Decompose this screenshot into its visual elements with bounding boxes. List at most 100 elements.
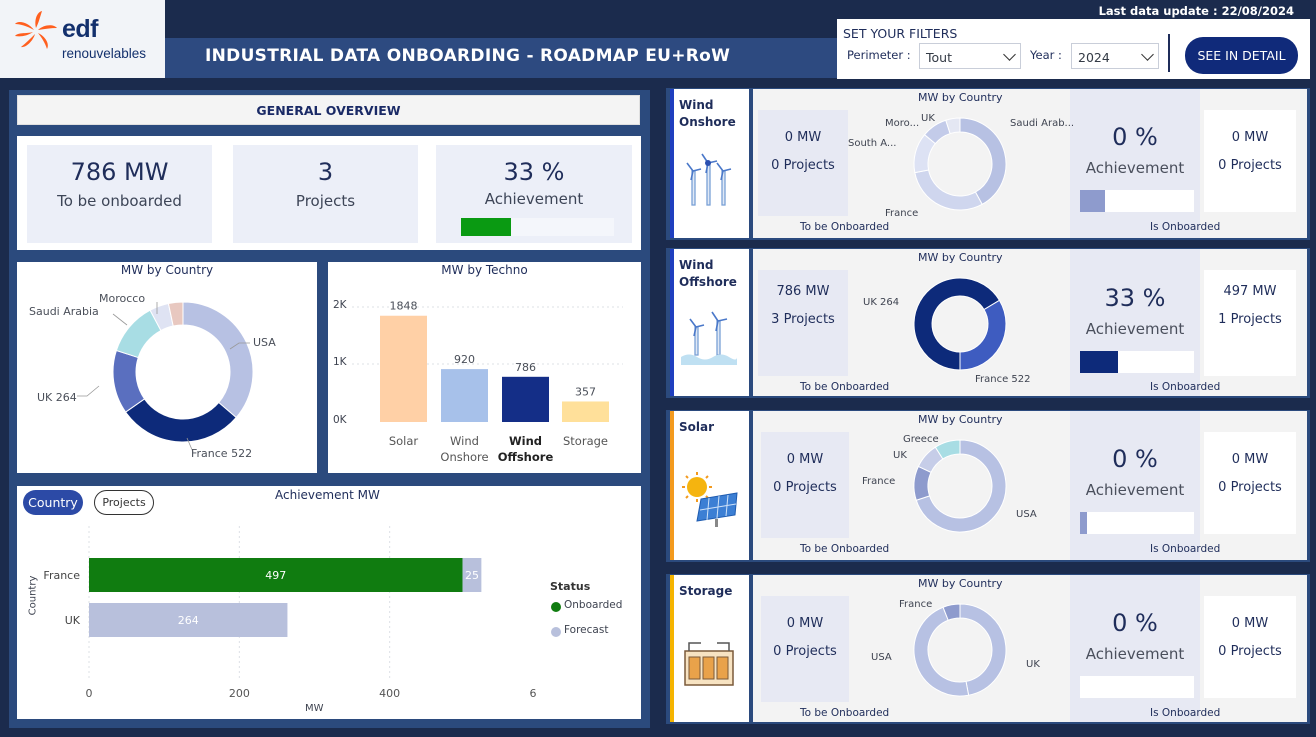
mw-by-techno-card: MW by Techno 1848 Solar 920 Wind Onshore 786 W…	[328, 262, 641, 473]
tech-label-box: Storage	[670, 575, 749, 722]
to-be-onboarded-box: 786 MW 3 Projects	[758, 270, 848, 376]
kpi-projects-label: Projects	[295, 192, 356, 210]
to-be-projects: 0 Projects	[773, 480, 837, 495]
tech-achievement-box: 0 % Achievement	[1070, 575, 1200, 722]
to-be-mw: 0 MW	[784, 130, 822, 145]
donut-label: France 522	[975, 374, 1031, 385]
label-france: France 522	[191, 447, 253, 460]
solar-panel-icon	[682, 472, 738, 527]
achievement-progress-fill	[461, 218, 512, 236]
is-onboarded-label: Is Onboarded	[1150, 381, 1221, 393]
kpi-mw-value: 786 MW	[70, 158, 169, 186]
wind-turbine-icon	[686, 153, 732, 206]
tech-achievement-box: 0 % Achievement	[1070, 411, 1200, 560]
is-mw: 0 MW	[1231, 130, 1269, 145]
tech-progress-fill	[1080, 512, 1087, 534]
year-dropdown[interactable]: 2024	[1071, 43, 1159, 69]
techno-bar-value: 786	[515, 361, 536, 374]
y-tick-0k: 0K	[333, 414, 347, 426]
techno-category-label: Solar	[389, 434, 419, 448]
to-be-mw: 786 MW	[776, 284, 830, 299]
to-be-mw: 0 MW	[786, 452, 824, 467]
y-tick-2k: 2K	[333, 299, 347, 311]
techno-bar-wind-onshore[interactable]	[441, 369, 488, 422]
is-projects: 0 Projects	[1218, 644, 1282, 659]
kpi-achievement-label: Achievement	[484, 190, 584, 208]
is-mw: 0 MW	[1231, 616, 1269, 631]
is-onboarded-box: 0 MW 0 Projects	[1204, 596, 1296, 698]
tech-1-slice-uk[interactable]	[959, 299, 1007, 371]
to-be-onboarded-label: To be Onboarded	[800, 381, 890, 393]
donut-label: UK	[1026, 659, 1040, 670]
achievement-progress-track	[461, 218, 614, 236]
to-be-onboarded-box: 0 MW 0 Projects	[761, 596, 849, 702]
to-be-projects: 0 Projects	[771, 158, 835, 173]
logo-brand: edf	[62, 15, 99, 43]
to-be-onboarded-box: 0 MW 0 Projects	[758, 110, 848, 216]
country-slice-france[interactable]	[124, 398, 237, 443]
to-be-projects: 0 Projects	[773, 644, 837, 659]
tech-name: Wind Offshore	[679, 258, 737, 289]
perimeter-label: Perimeter :	[847, 48, 911, 62]
tech-progress-track	[1080, 676, 1194, 698]
is-onboarded-box: 0 MW 0 Projects	[1204, 432, 1296, 534]
techno-bar-wind-offshore[interactable]	[502, 376, 549, 422]
tech-3-slice-uk[interactable]	[959, 603, 1007, 696]
tech-0-slice-saudi-arabia[interactable]	[959, 117, 1007, 205]
techno-category-label: Wind	[450, 434, 479, 448]
donut-label: Moro...	[885, 118, 920, 129]
page-title: INDUSTRIAL DATA ONBOARDING - ROADMAP EU+…	[205, 46, 731, 66]
techno-bar-value: 920	[454, 353, 475, 366]
is-projects: 0 Projects	[1218, 480, 1282, 495]
country-slice-usa[interactable]	[182, 301, 254, 419]
tech-country-donut	[913, 603, 1007, 697]
chevron-down-icon	[1141, 48, 1154, 61]
kpi-projects-card: 3 Projects	[233, 145, 418, 243]
donut-label: France	[899, 599, 933, 610]
techno-category-label: Wind	[509, 434, 542, 448]
is-mw: 0 MW	[1231, 452, 1269, 467]
y-tick-1k: 1K	[333, 356, 347, 368]
techno-bar-storage[interactable]	[562, 401, 609, 422]
techno-bar-value: 357	[575, 385, 596, 398]
tech-label-box: Wind Offshore	[670, 249, 749, 396]
label-saudi: Saudi Arabia	[29, 305, 99, 318]
kpi-achievement-card: 33 % Achievement	[436, 145, 632, 243]
edf-logo-icon	[15, 11, 57, 49]
to-be-mw: 0 MW	[786, 616, 824, 631]
legend-forecast: Forecast	[564, 624, 609, 636]
perimeter-dropdown[interactable]: Tout	[919, 43, 1021, 69]
offshore-wind-icon	[681, 311, 737, 365]
tech-progress-track	[1080, 190, 1194, 212]
achievement-bar-value: 25	[465, 569, 479, 582]
donut-label: South A...	[848, 138, 897, 149]
is-projects: 0 Projects	[1218, 158, 1282, 173]
see-in-detail-button[interactable]: SEE IN DETAIL	[1185, 37, 1298, 74]
mw-by-country-card: MW by Country USA France 522 UK 264 Saud…	[17, 262, 317, 473]
legend-onboarded: Onboarded	[564, 599, 623, 611]
label-uk: UK 264	[37, 391, 77, 404]
tech-country-donut	[913, 277, 1007, 371]
legend-forecast-swatch	[551, 627, 561, 637]
to-be-onboarded-label: To be Onboarded	[800, 221, 890, 233]
is-onboarded-label: Is Onboarded	[1150, 543, 1221, 555]
mw-by-techno-chart: 1848 Solar 920 Wind Onshore 786 Wind Offshore 35…	[352, 300, 623, 464]
filter-divider	[1168, 34, 1170, 72]
mw-by-country-donut	[112, 301, 254, 443]
tech-0-slice-france[interactable]	[914, 169, 983, 211]
tech-label-box: Wind Onshore	[670, 89, 749, 238]
kpi-mw-card: 786 MW To be onboarded	[27, 145, 212, 243]
perimeter-value: Tout	[926, 50, 952, 65]
tech-3-slice-usa[interactable]	[913, 606, 970, 697]
battery-storage-icon	[684, 642, 734, 686]
techno-bar-solar[interactable]	[380, 315, 427, 422]
country-label: France	[43, 569, 80, 582]
country-label: UK	[65, 614, 81, 627]
achievement-bar-value: 264	[178, 614, 199, 627]
filter-title: SET YOUR FILTERS	[843, 26, 958, 41]
donut-label: UK	[921, 113, 935, 124]
kpi-achievement-value: 33 %	[503, 158, 565, 186]
tech-name: Storage	[679, 584, 733, 598]
x-tick-label: 0	[86, 687, 93, 700]
tech-achievement-value: 0 %	[1112, 445, 1158, 473]
